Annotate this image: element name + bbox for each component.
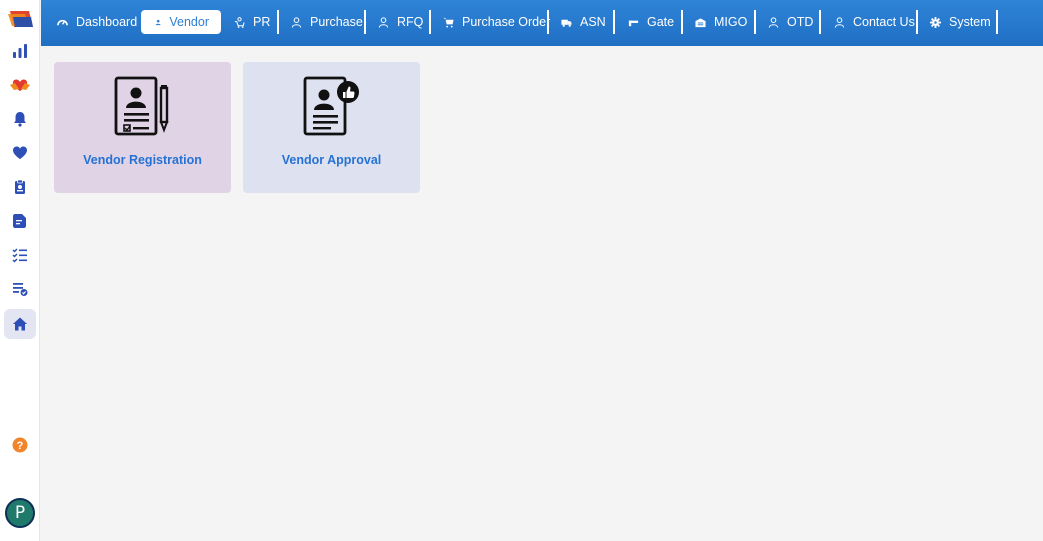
tab-purchase[interactable]: Purchase [291, 10, 363, 34]
user-outline-icon [378, 16, 389, 28]
tab-separator [916, 10, 918, 34]
tab-separator [613, 10, 615, 34]
document-icon[interactable] [4, 206, 36, 236]
tab-migo[interactable]: MIGO [695, 10, 747, 34]
truck-icon [561, 19, 572, 27]
registration-document-icon [114, 76, 169, 136]
warehouse-icon [695, 17, 706, 27]
top-navigation: Dashboard Vendor PR Purchase RFQ Purchas… [41, 0, 1043, 46]
tab-separator [547, 10, 549, 34]
app-logo[interactable] [7, 9, 34, 29]
cart-icon [443, 17, 454, 28]
tab-asn[interactable]: ASN [561, 10, 606, 34]
user-outline-icon [291, 16, 302, 28]
tab-purchase-order[interactable]: Purchase Order [443, 10, 550, 34]
tab-system[interactable]: System [930, 10, 991, 34]
gate-icon [628, 20, 639, 26]
checklist-icon[interactable] [4, 240, 36, 270]
tab-contact-us[interactable]: Contact Us [834, 10, 915, 34]
home-icon[interactable] [4, 309, 36, 339]
card-label: Vendor Approval [281, 153, 382, 167]
tab-label: PR [253, 15, 271, 29]
tab-separator [681, 10, 683, 34]
tab-label: Purchase [310, 15, 363, 29]
tab-label: RFQ [397, 15, 424, 29]
bell-icon[interactable] [4, 104, 36, 134]
tab-otd[interactable]: OTD [768, 10, 813, 34]
tab-separator [754, 10, 756, 34]
clipboard-icon[interactable] [4, 172, 36, 202]
user-outline-icon [834, 16, 845, 28]
tab-rfq[interactable]: RFQ [378, 10, 423, 34]
gear-icon [930, 16, 941, 28]
tab-dashboard[interactable]: Dashboard [57, 10, 137, 34]
tab-label: Vendor [169, 15, 209, 29]
tab-label: Contact Us [853, 15, 915, 29]
list-check-icon[interactable] [4, 274, 36, 304]
vendor-approval-card[interactable]: Vendor Approval [243, 62, 420, 193]
tab-separator [429, 10, 431, 34]
tab-label: Purchase Order [462, 15, 551, 29]
tab-pr[interactable]: PR [234, 10, 270, 34]
user-outline-icon [768, 16, 779, 28]
help-icon[interactable]: ? [4, 430, 36, 460]
tab-separator [364, 10, 366, 34]
tab-gate[interactable]: Gate [628, 10, 674, 34]
tab-label: Gate [647, 15, 675, 29]
approval-document-icon [303, 76, 359, 136]
vendor-registration-card[interactable]: Vendor Registration [54, 62, 231, 193]
tab-label: MIGO [714, 15, 748, 29]
person-icon [155, 19, 161, 25]
tab-separator [819, 10, 821, 34]
tab-label: OTD [787, 15, 814, 29]
card-label: Vendor Registration [83, 153, 202, 167]
tab-separator [996, 10, 998, 34]
tab-label: Dashboard [76, 15, 138, 29]
tab-vendor[interactable]: Vendor [141, 10, 221, 34]
tab-separator [277, 10, 279, 34]
sidebar: ? P [0, 0, 40, 541]
tab-label: ASN [580, 15, 606, 29]
chart-icon[interactable] [4, 36, 36, 66]
gauge-icon [57, 19, 68, 25]
svg-text:?: ? [17, 440, 24, 452]
tab-label: System [949, 15, 991, 29]
avatar[interactable]: P [5, 498, 35, 528]
heart-icon[interactable] [4, 138, 36, 168]
hands-heart-icon[interactable] [4, 70, 36, 100]
cart-person-icon [234, 16, 245, 28]
